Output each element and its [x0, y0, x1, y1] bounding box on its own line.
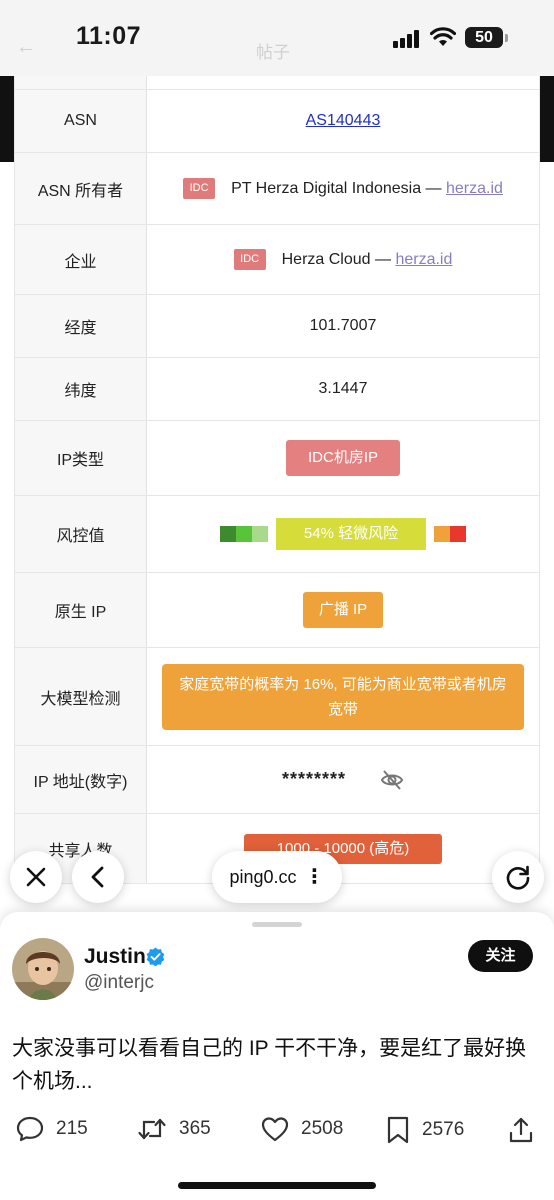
- home-indicator[interactable]: [178, 1182, 376, 1189]
- more-vertical-icon[interactable]: ⋮: [305, 867, 325, 887]
- latitude-label: 纬度: [15, 358, 147, 420]
- post-actions: 215 365 2508 2576: [0, 1116, 554, 1146]
- like-count: 2508: [301, 1118, 344, 1139]
- table-row-longitude: 经度 101.7007: [15, 295, 539, 358]
- close-icon: [26, 867, 46, 887]
- table-row-asn-owner: ASN 所有者 IDC PT Herza Digital Indonesia —…: [15, 153, 539, 225]
- page-left-bar: [0, 76, 14, 162]
- status-bar: ← 11:07 帖子 50: [0, 0, 554, 76]
- idc-badge: IDC: [183, 178, 216, 199]
- author-name[interactable]: Justin: [84, 945, 146, 969]
- latitude-value: 3.1447: [318, 380, 368, 397]
- reply-count: 215: [56, 1118, 88, 1139]
- risk-segment: [220, 526, 236, 542]
- longitude-label: 经度: [15, 295, 147, 357]
- company-link[interactable]: herza.id: [395, 251, 452, 269]
- ip-type-label: IP类型: [15, 421, 147, 495]
- table-row-risk: 风控值 54% 轻微风险: [15, 496, 539, 573]
- idc-badge: IDC: [233, 249, 266, 270]
- asn-owner-label: ASN 所有者: [15, 153, 147, 224]
- risk-segment: [434, 526, 450, 542]
- repost-button[interactable]: 365: [137, 1116, 211, 1142]
- longitude-value: 101.7007: [309, 317, 377, 334]
- risk-score: 54% 轻微风险: [276, 518, 426, 550]
- avatar[interactable]: [12, 938, 74, 1000]
- model-detect-label: 大模型检测: [15, 648, 147, 745]
- table-row-model-detect: 大模型检测 家庭宽带的概率为 16%, 可能为商业宽带或者机房宽带: [15, 648, 539, 746]
- chevron-left-icon: [91, 866, 104, 888]
- sheet-grabber[interactable]: [252, 922, 302, 927]
- table-row-company: 企业 IDC Herza Cloud — herza.id: [15, 225, 539, 295]
- battery-icon: 50: [465, 27, 503, 48]
- table-row-partial: [15, 76, 539, 90]
- close-button[interactable]: [10, 851, 62, 903]
- model-detect-result: 家庭宽带的概率为 16%, 可能为商业宽带或者机房宽带: [162, 663, 524, 730]
- url-text: ping0.cc: [229, 866, 297, 887]
- page-right-bar: [540, 76, 554, 162]
- bookmark-count: 2576: [422, 1119, 465, 1140]
- reply-icon: [16, 1116, 44, 1142]
- avatar-image: [12, 938, 74, 1000]
- heart-icon: [261, 1117, 289, 1142]
- masked-ip-value: ********: [281, 769, 347, 789]
- author-handle[interactable]: @interjc: [84, 972, 154, 994]
- web-page[interactable]: ASN AS140443 ASN 所有者 IDC PT Herza Digita…: [0, 76, 554, 900]
- company-label: 企业: [15, 225, 147, 294]
- asn-owner-link[interactable]: herza.id: [446, 180, 503, 198]
- reply-button[interactable]: 215: [16, 1116, 88, 1142]
- wifi-icon: [430, 27, 456, 46]
- risk-label: 风控值: [15, 496, 147, 572]
- risk-segment: [450, 526, 466, 542]
- ghost-page-title: 帖子: [256, 43, 290, 62]
- cellular-signal-icon: [393, 30, 421, 48]
- eye-off-icon[interactable]: [380, 769, 404, 791]
- post-text: 大家没事可以看看自己的 IP 干不干净，要是红了最好换个机场...: [12, 1037, 527, 1093]
- back-button[interactable]: [72, 851, 124, 903]
- reload-button[interactable]: [492, 851, 544, 903]
- post-sheet[interactable]: Justin @interjc 关注 大家没事可以看看自己的 IP 干不干净，要…: [0, 912, 554, 1200]
- reload-icon: [506, 865, 530, 890]
- ip-info-table: ASN AS140443 ASN 所有者 IDC PT Herza Digita…: [14, 76, 540, 884]
- bookmark-icon: [387, 1116, 409, 1144]
- asn-owner-name: PT Herza Digital Indonesia —: [231, 179, 442, 197]
- share-icon: [509, 1117, 533, 1143]
- like-button[interactable]: 2508: [261, 1116, 343, 1142]
- ghost-back-arrow: ←: [16, 36, 36, 58]
- risk-segment: [236, 526, 252, 542]
- table-row-latitude: 纬度 3.1447: [15, 358, 539, 421]
- native-ip-label: 原生 IP: [15, 573, 147, 647]
- ip-numeric-label: IP 地址(数字): [15, 746, 147, 813]
- battery-tip: [505, 34, 508, 42]
- bookmark-button[interactable]: 2576: [386, 1116, 464, 1144]
- clock-time: 11:07: [76, 22, 142, 50]
- ip-type-badge: IDC机房IP: [285, 440, 400, 476]
- asn-link[interactable]: AS140443: [306, 112, 381, 130]
- share-button[interactable]: [508, 1116, 546, 1144]
- follow-button[interactable]: 关注: [468, 940, 533, 972]
- asn-label: ASN: [15, 90, 147, 152]
- repost-icon: [138, 1118, 166, 1140]
- table-row-ip-numeric: IP 地址(数字) ********: [15, 746, 539, 814]
- risk-segment: [252, 526, 268, 542]
- risk-meter: 54% 轻微风险: [220, 518, 466, 550]
- url-pill[interactable]: ping0.cc ⋮: [212, 851, 342, 903]
- repost-count: 365: [179, 1118, 211, 1139]
- verified-badge-icon: [146, 947, 165, 966]
- table-row-ip-type: IP类型 IDC机房IP: [15, 421, 539, 496]
- table-row-native-ip: 原生 IP 广播 IP: [15, 573, 539, 648]
- native-ip-badge: 广播 IP: [302, 592, 384, 628]
- company-name: Herza Cloud —: [281, 250, 391, 268]
- table-row-asn: ASN AS140443: [15, 90, 539, 153]
